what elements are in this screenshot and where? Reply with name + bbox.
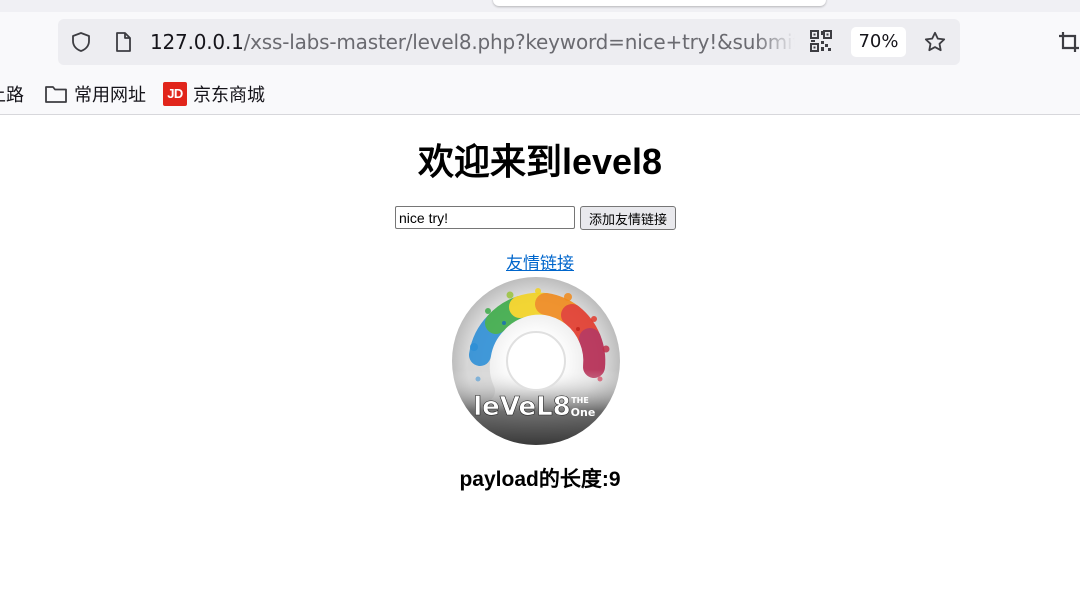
active-tab[interactable] — [493, 0, 826, 6]
jd-icon: JD — [163, 82, 187, 106]
bookmark-star-icon[interactable] — [923, 30, 947, 54]
page-title: 欢迎来到level8 — [417, 141, 663, 182]
friend-link[interactable]: 友情链接 — [506, 254, 574, 274]
bookmarks-toolbar: 上路 常用网址 JD 京东商城 — [0, 78, 1080, 110]
keyword-input[interactable] — [395, 206, 575, 229]
tab-strip — [0, 0, 1080, 12]
disc-logo-text: leVeL8 — [473, 392, 571, 422]
bookmark-jd-mall[interactable]: JD 京东商城 — [163, 78, 265, 110]
disc-logo-subtext2: One — [571, 406, 596, 419]
bookmark-label: 上路 — [0, 85, 24, 106]
bookmark-label: 常用网址 — [74, 85, 146, 106]
page-content: 欢迎来到level8 添加友情链接 友情链接 — [0, 116, 1080, 601]
add-friend-link-button[interactable]: 添加友情链接 — [580, 206, 676, 230]
disc-logo-subtext: THE — [571, 396, 589, 405]
page-icon[interactable] — [111, 30, 135, 54]
bookmark-item[interactable]: 上路 — [0, 78, 24, 110]
bookmark-label: 京东商城 — [193, 85, 265, 106]
payload-length-label: payload的长度:9 — [459, 468, 621, 491]
bookmark-folder-common-sites[interactable]: 常用网址 — [44, 78, 146, 110]
screenshot-crop-icon[interactable] — [1057, 30, 1080, 54]
zoom-level-badge[interactable]: 70% — [851, 27, 906, 57]
address-bar[interactable]: 127.0.0.1/xss-labs-master/level8.php?key… — [58, 19, 960, 65]
friend-link-container: 友情链接 — [0, 253, 1080, 275]
shield-icon[interactable] — [69, 30, 93, 54]
url-path: /xss-labs-master/level8.php?keyword=nice… — [243, 30, 795, 54]
browser-toolbar: 127.0.0.1/xss-labs-master/level8.php?key… — [0, 0, 1080, 115]
level8-disc-logo: leVeL8 THE One — [452, 277, 620, 445]
qr-code-icon[interactable] — [810, 30, 832, 52]
url-host: 127.0.0.1 — [150, 30, 244, 54]
url-text[interactable]: 127.0.0.1/xss-labs-master/level8.php?key… — [150, 29, 795, 55]
folder-icon — [45, 86, 67, 103]
